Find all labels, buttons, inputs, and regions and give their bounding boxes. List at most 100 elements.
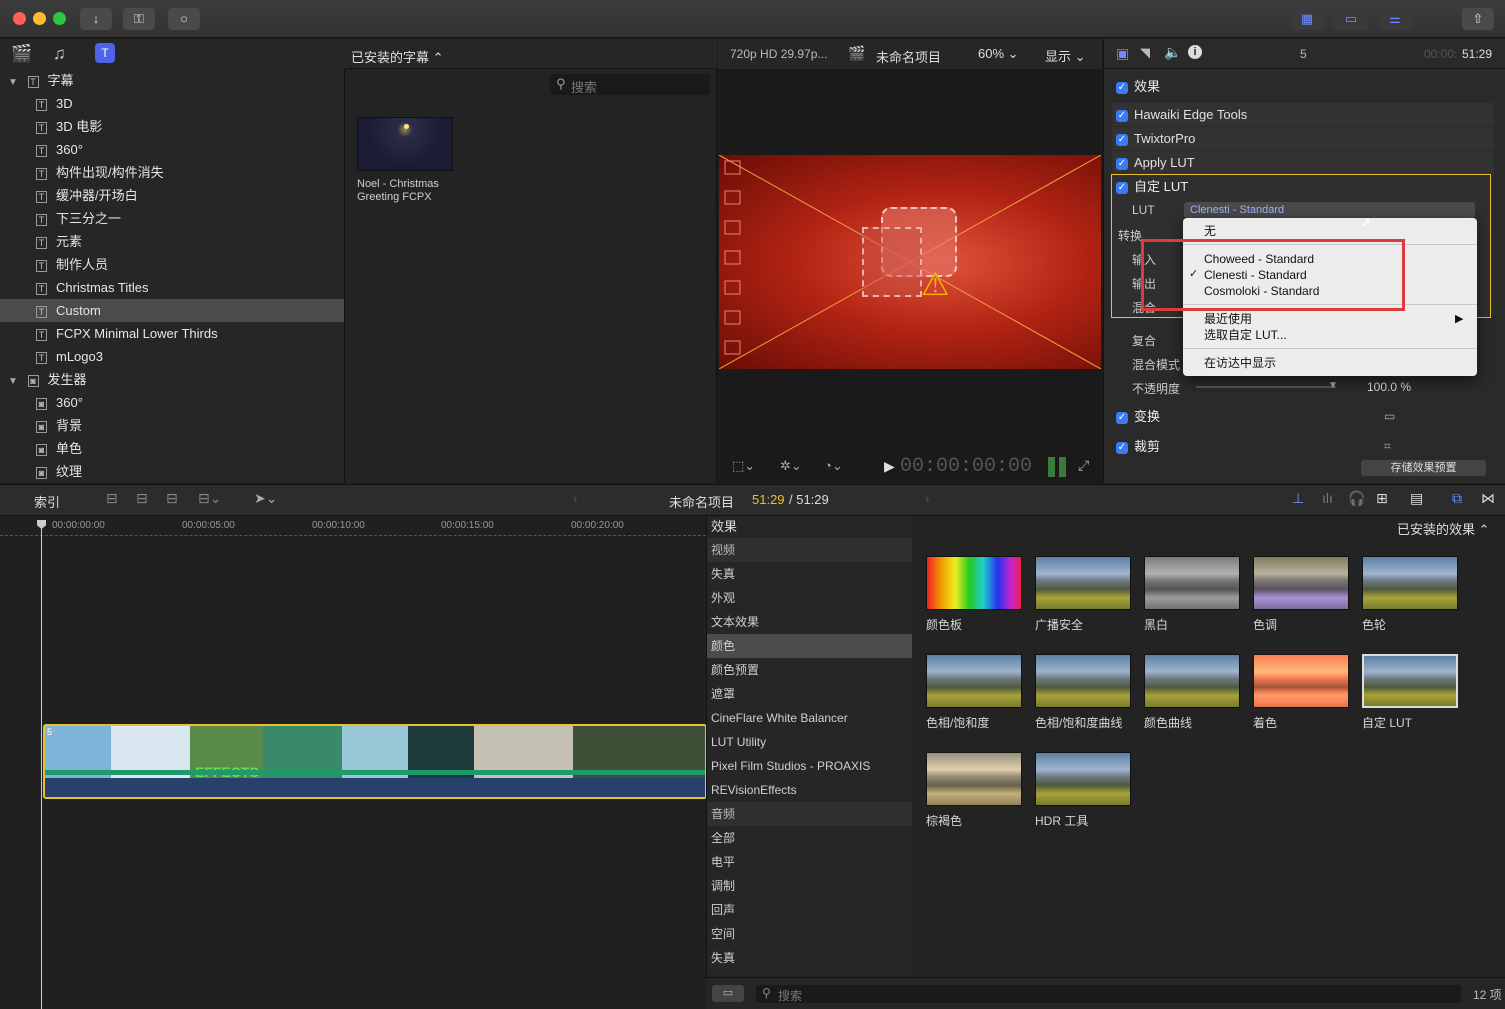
video-clip[interactable]: 5 EFFECTS <box>43 724 707 799</box>
sidebar-item-custom[interactable]: T Custom <box>0 299 344 322</box>
enhance-icon[interactable]: ✲⌄ <box>780 458 802 474</box>
checkbox-icon[interactable]: ✓ <box>1116 181 1128 194</box>
viewer-frame[interactable]: ⚠ <box>719 155 1101 369</box>
category-color-presets[interactable]: 颜色预置 <box>707 658 913 682</box>
select-tool-icon[interactable]: ➤⌄ <box>254 490 277 507</box>
index-button[interactable]: 索引 <box>34 492 60 511</box>
background-tasks-icon[interactable]: ○ <box>168 8 200 30</box>
show-libraries-icon[interactable]: ▦ <box>1290 8 1324 30</box>
sidebar-item-gen-360[interactable]: ◙ 360° <box>0 391 344 414</box>
crop-section[interactable]: ✓ 裁剪 <box>1112 436 1160 458</box>
sidebar-item-mlogo3[interactable]: TmLogo3 <box>0 345 344 368</box>
checkbox-icon[interactable]: ✓ <box>1116 133 1128 146</box>
sidebar-item-3d-movie[interactable]: T 3D 电影 <box>0 115 344 138</box>
sidebar-item-3d[interactable]: T 3D <box>0 92 344 115</box>
timeline-ruler[interactable]: 00:00:00:00 00:00:05:00 00:00:10:00 00:0… <box>0 516 706 536</box>
category-text-effects[interactable]: 文本效果 <box>707 610 913 634</box>
sidebar-toggle-icon[interactable]: ▭ <box>712 985 744 1002</box>
photos-audio-icon[interactable]: ♫ <box>53 44 66 64</box>
opacity-slider[interactable] <box>1196 386 1336 388</box>
clip-thumbnail[interactable] <box>357 117 453 171</box>
append-clip-icon[interactable]: ⊟ <box>166 490 178 507</box>
category-proaxis[interactable]: Pixel Film Studios - PROAXIS <box>707 754 913 778</box>
titles-generators-icon[interactable]: T <box>95 43 115 63</box>
video-inspector-icon[interactable]: ▣ <box>1116 45 1129 62</box>
share-icon[interactable]: ⇧ <box>1462 8 1494 30</box>
color-inspector-icon[interactable]: ◥ <box>1140 45 1150 61</box>
effects-search-field[interactable]: ⚲ 搜索 <box>756 985 1461 1003</box>
skimming-icon[interactable]: ⊥ <box>1292 490 1304 507</box>
category-color[interactable]: 颜色 <box>707 634 913 658</box>
disclosure-triangle-icon[interactable]: ▼ <box>8 376 18 387</box>
keywords-icon[interactable]: ⚿ <box>123 8 155 30</box>
history-back-icon[interactable]: ‹ <box>573 491 577 506</box>
effect-apply-lut[interactable]: ✓ Apply LUT <box>1112 151 1494 174</box>
fullscreen-icon[interactable]: ⤢ <box>1078 457 1089 474</box>
zoom-window-button[interactable] <box>53 12 66 25</box>
transitions-browser-icon[interactable]: ⋈ <box>1481 490 1495 507</box>
effect-thumb-black-white[interactable] <box>1144 556 1240 610</box>
sidebar-item-fcpx-minimal[interactable]: T FCPX Minimal Lower Thirds <box>0 322 344 345</box>
effect-thumb-color-wheels[interactable] <box>1362 556 1458 610</box>
opacity-value[interactable]: 100.0 % <box>1367 380 1411 394</box>
browser-title-dropdown[interactable]: 已安装的字幕 ⌃ <box>351 47 444 66</box>
effect-thumb-custom-lut[interactable] <box>1362 654 1458 708</box>
effect-thumb-hue-saturation[interactable] <box>926 654 1022 708</box>
checkbox-icon[interactable]: ✓ <box>1116 109 1128 122</box>
sidebar-group-titles[interactable]: ▼ T 字幕 <box>0 69 344 92</box>
timeline[interactable]: 00:00:00:00 00:00:05:00 00:00:10:00 00:0… <box>0 516 707 1009</box>
slider-knob-icon[interactable]: ▼ <box>1328 380 1338 391</box>
transform-section[interactable]: ✓ 变换 <box>1112 406 1160 428</box>
overwrite-clip-icon[interactable]: ⊟⌄ <box>198 490 221 507</box>
import-icon[interactable]: ↓ <box>80 8 112 30</box>
checkbox-icon[interactable]: ✓ <box>1116 441 1128 454</box>
checkbox-icon[interactable]: ✓ <box>1116 81 1128 94</box>
audio-inspector-icon[interactable]: 🔈 <box>1164 44 1181 61</box>
effect-thumb-color-curves[interactable] <box>1144 654 1240 708</box>
play-icon[interactable]: ▶ <box>884 458 895 475</box>
disclosure-triangle-icon[interactable]: ▼ <box>8 77 18 88</box>
effect-thumb-hdr-tools[interactable] <box>1035 752 1131 806</box>
display-dropdown[interactable]: 显示 ⌄ <box>1045 46 1086 65</box>
transform-tool-icon[interactable]: ⬚⌄ <box>732 458 755 474</box>
effect-hawaiki[interactable]: ✓ Hawaiki Edge Tools <box>1112 103 1494 126</box>
save-effects-preset-button[interactable]: 存储效果预置 <box>1361 460 1486 476</box>
menu-item-recent[interactable]: 最近使用 <box>1204 311 1252 327</box>
effect-thumb-tint[interactable] <box>1253 556 1349 610</box>
crop-onscreen-icon[interactable]: ⌗ <box>1384 439 1391 454</box>
effect-thumb-hue-sat-curves[interactable] <box>1035 654 1131 708</box>
effect-thumb-colorize[interactable] <box>1253 654 1349 708</box>
show-inspector-icon[interactable]: ⚌ <box>1378 8 1412 30</box>
lut-popup[interactable]: Clenesti - Standard <box>1184 202 1475 218</box>
sidebar-item-360[interactable]: T 360° <box>0 138 344 161</box>
audio-meter-icon[interactable] <box>1048 457 1066 477</box>
transform-subgroup[interactable]: 转换 <box>1118 227 1142 244</box>
menu-item-reveal-finder[interactable]: 在访达中显示 <box>1204 355 1276 371</box>
clip-appearance-icon[interactable]: ▤ <box>1410 490 1423 507</box>
category-looks[interactable]: 外观 <box>707 586 913 610</box>
sidebar-item-lower-thirds[interactable]: T 下三分之一 <box>0 207 344 230</box>
solo-icon[interactable]: 🎧 <box>1348 490 1365 507</box>
category-cineflare[interactable]: CineFlare White Balancer <box>707 706 913 730</box>
sidebar-item-build-in-out[interactable]: T 构件出现/构件消失 <box>0 161 344 184</box>
search-field[interactable]: ⚲ 搜索 <box>550 74 710 95</box>
effects-section-header[interactable]: ✓ 效果 <box>1112 76 1160 98</box>
sidebar-item-solids[interactable]: ◙ 单色 <box>0 437 344 460</box>
checkbox-icon[interactable]: ✓ <box>1116 157 1128 170</box>
zoom-dropdown[interactable]: 60% ⌄ <box>978 46 1019 62</box>
snapping-icon[interactable]: ⊞ <box>1376 490 1388 507</box>
playhead[interactable] <box>41 522 42 1009</box>
effect-twixtor[interactable]: ✓ TwixtorPro <box>1112 127 1494 150</box>
category-audio[interactable]: 音频 <box>707 802 913 826</box>
category-revision[interactable]: REVisionEffects <box>707 778 913 802</box>
close-window-button[interactable] <box>13 12 26 25</box>
sidebar-item-bumper-opener[interactable]: T 缓冲器/开场白 <box>0 184 344 207</box>
sidebar-item-christmas-titles[interactable]: T Christmas Titles <box>0 276 344 299</box>
effect-thumb-color-board[interactable] <box>926 556 1022 610</box>
sidebar-group-generators[interactable]: ▼ ◙ 发生器 <box>0 368 344 391</box>
category-echo[interactable]: 回声 <box>707 898 913 922</box>
category-video[interactable]: 视频 <box>707 538 913 562</box>
audio-skimming-icon[interactable]: ılı <box>1322 490 1333 506</box>
sidebar-item-elements[interactable]: T 元素 <box>0 230 344 253</box>
show-timeline-icon[interactable]: ▭ <box>1334 8 1368 30</box>
